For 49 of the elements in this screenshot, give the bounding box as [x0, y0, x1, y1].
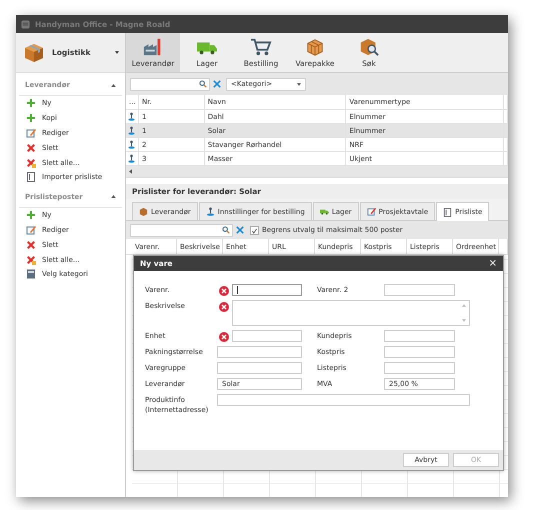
delete-icon [26, 142, 36, 153]
checkbox[interactable] [250, 226, 259, 234]
pin-icon [128, 126, 135, 135]
search-field[interactable] [130, 78, 210, 90]
caret-icon [115, 51, 119, 54]
list-icon [443, 208, 452, 216]
pin-icon [128, 140, 135, 149]
input-field[interactable] [232, 330, 302, 342]
horizontal-scrollbar[interactable] [126, 166, 508, 177]
input-field[interactable] [384, 284, 455, 296]
chevron-icon [111, 195, 116, 198]
delete-icon [26, 158, 36, 168]
delete-icon [26, 254, 36, 265]
plus-icon [26, 113, 36, 124]
chevron-icon [111, 84, 116, 86]
pin-icon [128, 112, 135, 121]
search-icon [199, 80, 207, 88]
truck-icon [320, 207, 329, 216]
search-icon [222, 226, 230, 234]
close-button[interactable]: × [488, 258, 497, 268]
delete-icon [26, 240, 36, 250]
edit-icon [26, 128, 36, 138]
input-field[interactable] [384, 362, 455, 374]
input-field[interactable] [384, 346, 455, 358]
input-field[interactable] [217, 346, 302, 358]
search-icon [358, 37, 380, 57]
list-icon [26, 172, 36, 182]
plus-icon [26, 210, 36, 220]
cart-icon [250, 37, 272, 57]
input-field[interactable] [232, 284, 302, 296]
search-field[interactable] [130, 224, 233, 236]
box-icon [139, 207, 148, 216]
plus-icon [26, 98, 36, 108]
clear-icon[interactable] [236, 226, 244, 234]
caret-icon [297, 82, 301, 86]
pin-icon [128, 154, 135, 163]
list-icon [26, 269, 36, 280]
input-field[interactable] [384, 330, 455, 342]
input-field[interactable] [217, 362, 302, 374]
scroll-up-icon [462, 304, 466, 307]
scroll-down-icon [462, 319, 466, 322]
app-icon [21, 20, 30, 28]
edit-icon [26, 224, 36, 235]
scroll-left-icon [129, 169, 132, 174]
clear-icon[interactable] [213, 80, 221, 88]
edit-icon [366, 207, 376, 216]
pin-icon [206, 207, 215, 216]
input-field[interactable] [217, 394, 470, 406]
text-area[interactable] [232, 300, 470, 326]
